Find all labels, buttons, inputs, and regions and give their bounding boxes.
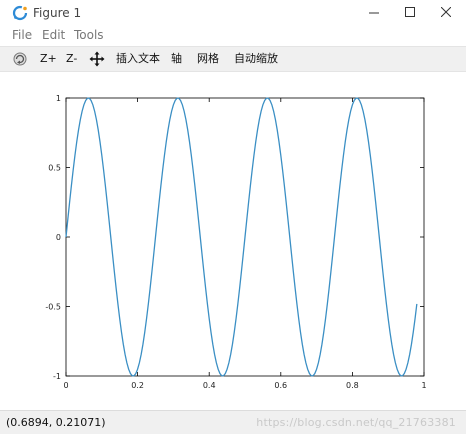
figure-window: Figure 1 File Edit Tools Z+ Z- 插入文本 轴 网格… bbox=[0, 0, 466, 434]
close-icon bbox=[441, 7, 451, 17]
x-tick-label: 0.8 bbox=[346, 381, 359, 390]
menu-tools[interactable]: Tools bbox=[74, 28, 104, 42]
pan-button[interactable] bbox=[89, 50, 105, 68]
octave-logo-icon bbox=[12, 5, 28, 21]
x-tick-label: 0.2 bbox=[131, 381, 144, 390]
minimize-button[interactable] bbox=[360, 2, 388, 24]
sine-line-chart[interactable]: 0 0.2 0.4 0.6 0.8 1 1 0.5 0 -0.5 -1 bbox=[0, 72, 466, 410]
maximize-icon bbox=[405, 7, 415, 17]
plot-canvas[interactable]: 0 0.2 0.4 0.6 0.8 1 1 0.5 0 -0.5 -1 bbox=[0, 72, 466, 410]
minimize-icon bbox=[369, 12, 379, 14]
maximize-button[interactable] bbox=[396, 2, 424, 24]
y-tick-label: 0 bbox=[56, 233, 61, 242]
cursor-coordinates: (0.6894, 0.21071) bbox=[6, 416, 106, 429]
rotate-button[interactable] bbox=[12, 50, 28, 68]
x-tick-label: 0.6 bbox=[274, 381, 287, 390]
x-tick-label: 0 bbox=[63, 381, 68, 390]
menu-edit[interactable]: Edit bbox=[42, 28, 65, 42]
y-tick-label: 0.5 bbox=[48, 164, 61, 173]
zoom-in-button[interactable]: Z+ bbox=[40, 50, 57, 68]
figure-toolbar: Z+ Z- 插入文本 轴 网格 自动缩放 bbox=[0, 46, 466, 72]
insert-text-button[interactable]: 插入文本 bbox=[116, 50, 160, 68]
pan-arrows-icon bbox=[89, 51, 105, 67]
rotate-3d-icon bbox=[13, 52, 27, 66]
menu-bar: File Edit Tools bbox=[0, 26, 466, 46]
watermark-text: https://blog.csdn.net/qq_21763381 bbox=[256, 416, 456, 429]
y-tick-label: -0.5 bbox=[45, 303, 61, 312]
grid-button[interactable]: 网格 bbox=[197, 50, 219, 68]
x-tick-label: 0.4 bbox=[203, 381, 216, 390]
y-tick-label: 1 bbox=[56, 94, 61, 103]
zoom-out-button[interactable]: Z- bbox=[66, 50, 77, 68]
window-title: Figure 1 bbox=[33, 6, 82, 20]
title-bar: Figure 1 bbox=[0, 0, 466, 26]
autoscale-button[interactable]: 自动缩放 bbox=[234, 50, 278, 68]
menu-file[interactable]: File bbox=[12, 28, 32, 42]
x-tick-label: 1 bbox=[421, 381, 426, 390]
status-bar: (0.6894, 0.21071) https://blog.csdn.net/… bbox=[0, 410, 466, 434]
y-tick-label: -1 bbox=[53, 372, 61, 381]
axis-button[interactable]: 轴 bbox=[171, 50, 182, 68]
close-button[interactable] bbox=[432, 2, 460, 24]
